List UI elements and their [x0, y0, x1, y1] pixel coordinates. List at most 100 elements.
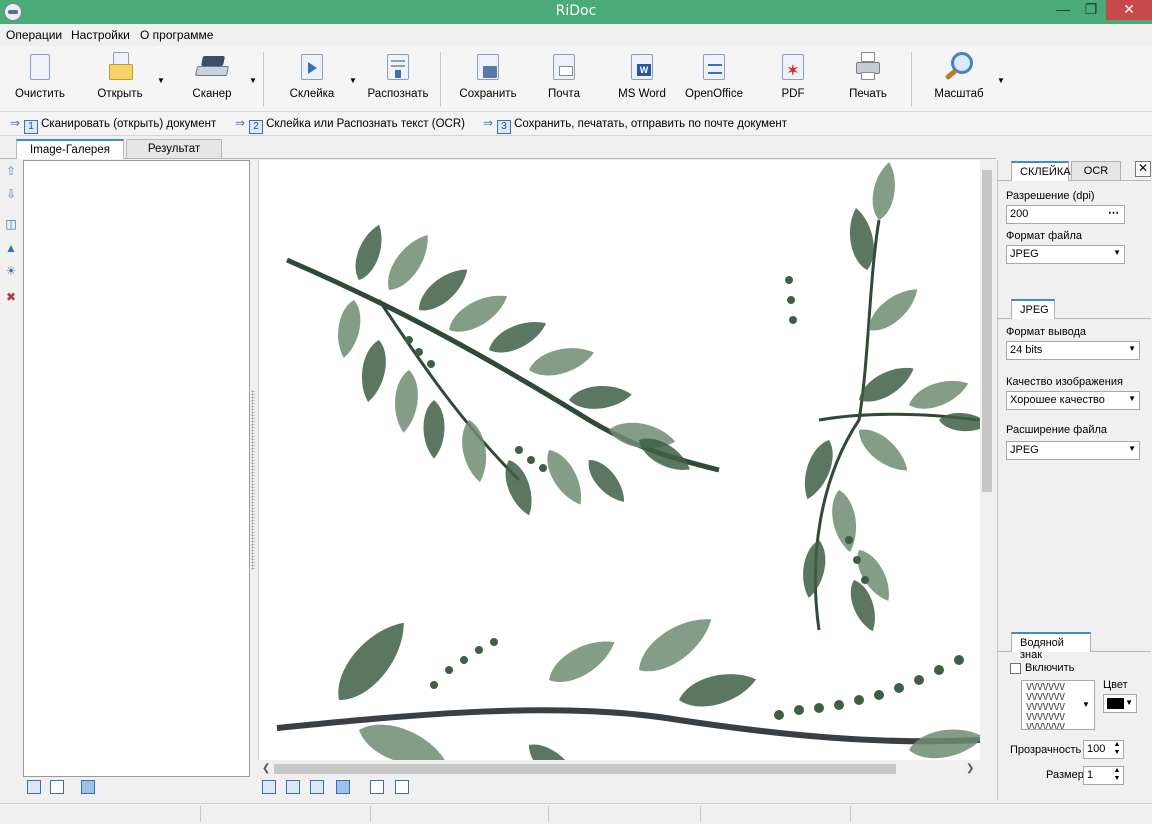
chevron-down-icon: ▼ — [1128, 394, 1136, 403]
horizontal-scroll-thumb[interactable] — [274, 764, 896, 774]
minimize-button[interactable]: — — [1050, 0, 1076, 20]
resolution-field[interactable]: 200 ⋯ — [1006, 205, 1125, 224]
spinner-arrows-icon[interactable]: ▲ ▼ — [1112, 767, 1122, 783]
scanner-label: Сканер — [192, 88, 232, 100]
tab-watermark[interactable]: Водяной знак — [1011, 632, 1091, 661]
grid-view-icon[interactable] — [81, 780, 95, 794]
zoom-label: Масштаб — [934, 88, 984, 100]
brightness-icon[interactable]: ☀ — [3, 263, 19, 279]
openoffice-button[interactable]: OpenOffice — [682, 52, 746, 108]
menu-about[interactable]: О программе — [140, 28, 213, 42]
close-button[interactable]: ✕ — [1106, 0, 1152, 20]
word-icon: W — [629, 52, 655, 82]
tab-jpeg[interactable]: JPEG — [1011, 299, 1055, 319]
open-dropdown-arrow[interactable]: ▼ — [156, 76, 166, 85]
chevron-down-icon: ▼ — [1128, 444, 1136, 453]
size-label: Размер — [1046, 769, 1084, 781]
glue-label: Склейка — [289, 88, 335, 100]
glue-dropdown-arrow[interactable]: ▼ — [348, 76, 358, 85]
splitter-handle[interactable] — [251, 390, 255, 570]
zoom-button[interactable]: Масштаб — [930, 52, 988, 108]
tab-result[interactable]: Результат — [126, 139, 222, 159]
color-picker[interactable]: ▼ — [1103, 694, 1137, 713]
menu-settings[interactable]: Настройки — [71, 28, 130, 42]
arrow-right-icon: ⇒ — [10, 116, 21, 130]
tab-ocr[interactable]: OCR — [1071, 161, 1121, 181]
extension-select[interactable]: JPEG ▼ — [1006, 441, 1140, 460]
image-canvas[interactable] — [258, 160, 980, 760]
step-text: Сохранить, печатать, отправить по почте … — [514, 118, 788, 130]
scroll-left-icon[interactable]: ❮ — [262, 763, 270, 774]
menu-operations[interactable]: Операции — [6, 28, 62, 42]
toolbar-separator — [911, 52, 912, 106]
panel-close-icon[interactable]: ✕ — [1135, 161, 1151, 177]
step-number: 3 — [497, 120, 512, 134]
menu-bar: Операции Настройки О программе — [0, 24, 1152, 46]
fit-height-icon[interactable] — [310, 780, 324, 794]
arrow-right-icon: ⇒ — [483, 116, 494, 130]
step-number: 1 — [24, 120, 39, 134]
window-title: RiDoc — [555, 3, 597, 19]
file-format-select[interactable]: JPEG ▼ — [1006, 245, 1125, 264]
transparency-spinner[interactable]: 100 ▲ ▼ — [1083, 740, 1124, 759]
fit-width-icon[interactable] — [286, 780, 300, 794]
watermark-dropdown-icon[interactable]: ▼ — [1082, 700, 1090, 709]
more-options-icon[interactable]: ⋯ — [1108, 206, 1120, 219]
image-gallery-panel[interactable] — [23, 160, 250, 777]
horizontal-scrollbar[interactable]: ❮ ❯ — [258, 760, 980, 778]
rotate-icon[interactable]: ▲ — [3, 240, 19, 256]
scroll-right-icon[interactable]: ❯ — [966, 763, 974, 774]
zoom-out-icon[interactable] — [395, 780, 409, 794]
move-up-icon[interactable]: ⇧ — [3, 163, 19, 179]
scanner-icon — [194, 52, 230, 82]
zoom-in-icon[interactable] — [370, 780, 384, 794]
step-3[interactable]: ⇒ 3 Сохранить, печатать, отправить по почт… — [483, 116, 787, 134]
step-1[interactable]: ⇒ 1 Сканировать (открыть) документ — [10, 116, 216, 134]
quality-select[interactable]: Хорошее качество ▼ — [1006, 391, 1140, 410]
scanner-dropdown-arrow[interactable]: ▼ — [248, 76, 258, 85]
vertical-scrollbar[interactable] — [980, 160, 994, 760]
msword-button[interactable]: W MS Word — [614, 52, 670, 108]
vertical-scroll-thumb[interactable] — [982, 170, 992, 492]
pdf-button[interactable]: ✶ PDF — [770, 52, 816, 108]
delete-icon[interactable]: ✖ — [3, 289, 19, 305]
status-separator — [850, 806, 851, 822]
size-spinner[interactable]: 1 ▲ ▼ — [1083, 766, 1124, 785]
toolbar-separator — [263, 52, 264, 106]
tab-gallery[interactable]: Image-Галерея — [16, 139, 124, 159]
move-down-icon[interactable]: ⇩ — [3, 186, 19, 202]
toolbar-separator — [440, 52, 441, 106]
glue-button[interactable]: Склейка — [286, 52, 338, 108]
open-button[interactable]: Открыть — [92, 52, 148, 108]
chevron-down-icon: ▼ — [1128, 344, 1136, 353]
output-format-value: 24 bits — [1010, 344, 1043, 356]
zoom-dropdown-arrow[interactable]: ▼ — [996, 76, 1006, 85]
mail-button[interactable]: Почта — [540, 52, 588, 108]
spinner-arrows-icon[interactable]: ▲ ▼ — [1112, 741, 1122, 757]
printer-icon — [855, 52, 881, 82]
fit-page-icon[interactable] — [262, 780, 276, 794]
magnifier-icon — [943, 52, 975, 82]
openoffice-label: OpenOffice — [685, 88, 743, 100]
deselect-icon[interactable] — [50, 780, 64, 794]
resolution-label: Разрешение (dpi) — [1006, 190, 1095, 202]
file-format-label: Формат файла — [1006, 230, 1082, 242]
actual-size-icon[interactable] — [336, 780, 350, 794]
enable-checkbox[interactable] — [1010, 663, 1021, 674]
save-button[interactable]: Сохранить — [458, 52, 518, 108]
clear-label: Очистить — [14, 88, 66, 100]
scanner-button[interactable]: Сканер — [186, 52, 238, 108]
status-separator — [700, 806, 701, 822]
step-text: Сканировать (открыть) документ — [41, 118, 217, 130]
step-2[interactable]: ⇒ 2 Склейка или Распознать текст (OCR) — [235, 116, 465, 134]
recognize-button[interactable]: Распознать — [366, 52, 430, 108]
tab-glue[interactable]: СКЛЕЙКА — [1011, 161, 1071, 181]
select-all-icon[interactable] — [27, 780, 41, 794]
step-text: Склейка или Распознать текст (OCR) — [266, 118, 465, 130]
extension-value: JPEG — [1010, 444, 1039, 456]
output-format-select[interactable]: 24 bits ▼ — [1006, 341, 1140, 360]
clipboard-icon[interactable]: ◫ — [3, 216, 19, 232]
print-button[interactable]: Печать — [842, 52, 894, 108]
clear-button[interactable]: Очистить — [12, 52, 68, 108]
restore-button[interactable]: ❐ — [1078, 0, 1104, 20]
